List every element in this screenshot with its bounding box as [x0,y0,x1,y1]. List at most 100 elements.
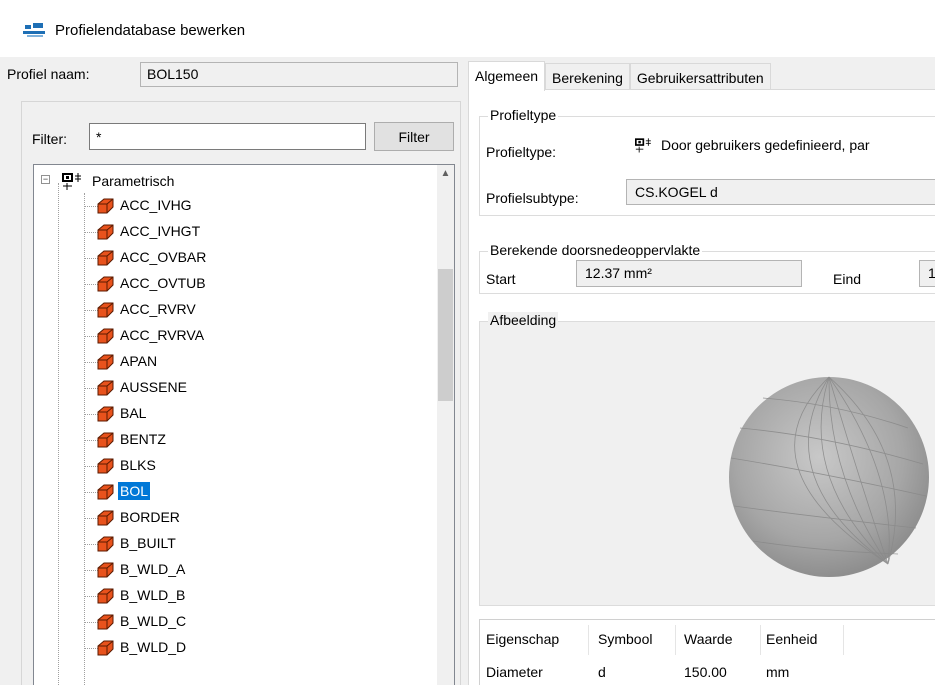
profile-box-icon [97,562,114,578]
cell-eenheid: mm [766,664,790,680]
scroll-thumb[interactable] [438,269,453,401]
tree-scrollbar[interactable]: ▲ [437,165,454,685]
profile-box-icon [97,432,114,448]
doorsnede-group: Berekende doorsnedeoppervlakte Start 12.… [479,242,935,294]
tree-item[interactable]: APAN [34,349,414,375]
tab-berekening[interactable]: Berekening [545,63,630,91]
profile-box-icon [97,224,114,240]
tree-item[interactable]: BOL [34,479,414,505]
cell-symbool: d [598,664,606,680]
tab-algemeen[interactable]: Algemeen [468,61,546,91]
tree-item-label: B_BUILT [120,535,176,551]
tab-gebruikersattributen[interactable]: Gebruikersattributen [629,63,771,91]
profile-browser-panel: Filter: Filter − Parametrisch ACC_IVHG AC… [21,101,461,685]
tree-item-label: B_WLD_A [120,561,186,577]
profieltype-value: Door gebruikers gedefinieerd, par [661,137,870,153]
profile-name-field: BOL150 [140,62,458,87]
start-area-field: 12.37 mm² [576,260,802,287]
tree-item[interactable]: B_BUILT [34,531,414,557]
profile-box-icon [97,406,114,422]
parametric-icon [635,138,651,153]
cell-eigenschap: Diameter [486,664,543,680]
col-symbool: Symbool [598,631,653,647]
tree-item[interactable]: ACC_OVBAR [34,245,414,271]
tree-item-label: AUSSENE [120,379,187,395]
start-label: Start [486,271,516,287]
cell-waarde[interactable]: 150.00 [684,664,727,680]
tree-item[interactable]: BAL [34,401,414,427]
tree-item-label: B_WLD_D [120,639,187,655]
profieltype-group: Profieltype Profieltype: Door gebruikers… [479,107,935,216]
tree-item-label: ACC_OVTUB [120,275,206,291]
filter-label: Filter: [32,131,67,147]
col-eenheid: Eenheid [766,631,818,647]
tree-item-label: BAL [120,405,147,421]
profile-box-icon [97,302,114,318]
tree-item-label: B_WLD_C [120,613,187,629]
tree-item-label: APAN [120,353,158,369]
profile-box-icon [97,198,114,214]
profile-box-icon [97,276,114,292]
tree-item[interactable]: B_WLD_A [34,557,414,583]
profieltype-label: Profieltype: [486,144,557,160]
app-icon [23,23,45,37]
tree-item[interactable]: AUSSENE [34,375,414,401]
parametric-icon [62,173,81,190]
profile-box-icon [97,614,114,630]
tree-item-label: BOL [118,482,151,500]
profielsubtype-field: CS.KOGEL d [626,179,935,205]
tree-item[interactable]: BORDER [34,505,414,531]
tree-item[interactable]: ACC_IVHG [34,193,414,219]
tree-item-label: ACC_IVHGT [120,223,201,239]
profile-box-icon [97,510,114,526]
profile-box-icon [97,640,114,656]
properties-table: Eigenschap Symbool Waarde Eenheid Diamet… [479,619,935,685]
afbeelding-group-title: Afbeelding [488,312,559,328]
tree-item[interactable]: ACC_RVRVA [34,323,414,349]
filter-button[interactable]: Filter [374,122,454,151]
scroll-up-icon[interactable]: ▲ [437,165,454,182]
window-title: Profielendatabase bewerken [55,22,246,39]
collapse-icon[interactable]: − [41,175,50,184]
tree-item-label: ACC_IVHG [120,197,192,213]
tree-item[interactable]: BENTZ [34,427,414,453]
tree-item[interactable]: B_WLD_B [34,583,414,609]
tree-item[interactable]: ACC_IVHGT [34,219,414,245]
profile-box-icon [97,380,114,396]
tab-panel-algemeen: Profieltype Profieltype: Door gebruikers… [468,89,935,685]
tree-node-parametrisch[interactable]: Parametrisch [62,170,174,192]
profile-box-icon [97,250,114,266]
profile-tree[interactable]: − Parametrisch ACC_IVHG ACC_IVHGT ACC_OVBA… [33,164,455,685]
tree-item-label: BENTZ [120,431,166,447]
end-area-field: 1 [919,260,935,287]
col-waarde: Waarde [684,631,733,647]
col-eigenschap: Eigenschap [486,631,560,647]
profile-box-icon [97,328,114,344]
tree-item-label: ACC_RVRV [120,301,196,317]
profile-box-icon [97,536,114,552]
tree-item[interactable]: B_WLD_D [34,635,414,661]
profieltype-group-title: Profieltype [488,107,559,123]
tree-item[interactable]: BLKS [34,453,414,479]
tree-item[interactable]: ACC_RVRV [34,297,414,323]
sphere-preview-image [729,376,929,577]
profile-name-label: Profiel naam: [7,66,90,82]
tree-root-label: Parametrisch [92,173,175,189]
filter-input[interactable] [89,123,366,150]
tab-strip: Algemeen Berekening Gebruikersattributen [468,61,771,91]
profile-box-icon [97,458,114,474]
tree-item[interactable]: B_WLD_C [34,609,414,635]
profieltype-field: Door gebruikers gedefinieerd, par [626,132,935,158]
doorsnede-group-title: Berekende doorsnedeoppervlakte [488,242,703,258]
profile-box-icon [97,588,114,604]
eind-label: Eind [833,271,862,287]
tree-item[interactable]: ACC_OVTUB [34,271,414,297]
tree-item-label: BORDER [120,509,180,525]
profile-box-icon [97,354,114,370]
tree-item-label: ACC_OVBAR [120,249,207,265]
tree-item-label: BLKS [120,457,156,473]
title-bar: Profielendatabase bewerken [0,0,935,57]
profile-box-icon [97,484,114,500]
afbeelding-group: Afbeelding [479,312,935,606]
tree-item-label: B_WLD_B [120,587,186,603]
